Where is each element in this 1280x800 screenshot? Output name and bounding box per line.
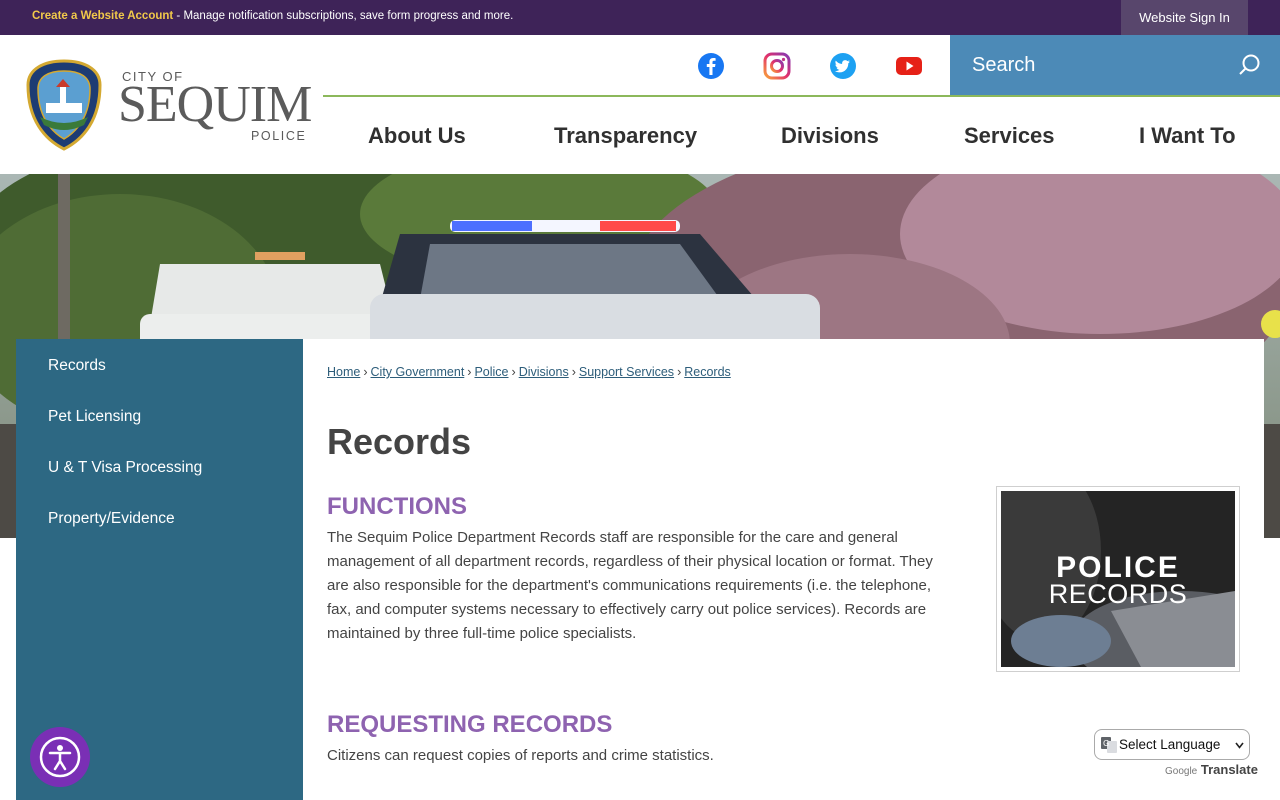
- breadcrumb-city-government[interactable]: City Government: [371, 365, 465, 379]
- accessibility-icon: [39, 736, 81, 778]
- nav-services[interactable]: Services: [964, 123, 1055, 149]
- sidebar-item-property-evidence[interactable]: Property/Evidence: [48, 510, 175, 528]
- breadcrumb-separator: ›: [571, 365, 576, 379]
- page-title: Records: [327, 421, 472, 462]
- top-notification-bar: Create a Website Account - Manage notifi…: [0, 0, 1280, 35]
- nav-i-want-to[interactable]: I Want To: [1139, 123, 1236, 149]
- breadcrumb-separator: ›: [467, 365, 472, 379]
- language-select-label: Select Language: [1119, 737, 1221, 752]
- create-account-link[interactable]: Create a Website Account: [32, 10, 173, 22]
- google-wordmark: Google: [1165, 766, 1198, 777]
- google-translate-icon: G: [1101, 737, 1117, 753]
- instagram-icon[interactable]: [763, 52, 791, 80]
- police-records-image[interactable]: POLICE RECORDS: [996, 486, 1240, 672]
- breadcrumb-records[interactable]: Records: [684, 365, 731, 379]
- sidebar-item-records[interactable]: Records: [48, 357, 106, 375]
- svg-text:G: G: [1103, 739, 1109, 748]
- breadcrumb-separator: ›: [511, 365, 516, 379]
- chevron-down-icon: [1235, 742, 1244, 749]
- notification-message: Create a Website Account - Manage notifi…: [32, 10, 513, 22]
- breadcrumb-home[interactable]: Home: [327, 365, 360, 379]
- search-icon[interactable]: [1237, 53, 1261, 77]
- breadcrumb-divisions[interactable]: Divisions: [519, 365, 569, 379]
- facebook-icon[interactable]: [697, 52, 725, 80]
- google-translate-credit[interactable]: Google Translate: [1165, 762, 1258, 777]
- sidebar-item-visa-processing[interactable]: U & T Visa Processing: [48, 459, 202, 477]
- nav-transparency[interactable]: Transparency: [554, 123, 697, 149]
- nav-divisions[interactable]: Divisions: [781, 123, 879, 149]
- search-box[interactable]: Search: [950, 35, 1280, 95]
- police-records-photo: POLICE RECORDS: [1001, 491, 1235, 667]
- breadcrumb-separator: ›: [677, 365, 682, 379]
- nav-divider: [323, 95, 1280, 97]
- language-select[interactable]: G Select Language: [1094, 729, 1250, 760]
- breadcrumb-support-services[interactable]: Support Services: [579, 365, 674, 379]
- breadcrumb-police[interactable]: Police: [474, 365, 508, 379]
- logo-city-name: SEQUIM: [118, 76, 312, 133]
- site-header: CITY OF SEQUIM POLICE Search About Us Tr…: [0, 35, 1280, 174]
- translate-wordmark: Translate: [1200, 762, 1258, 777]
- functions-heading: FUNCTIONS: [327, 493, 467, 520]
- city-logo-wordmark[interactable]: CITY OF SEQUIM POLICE: [118, 69, 312, 145]
- website-sign-in-button[interactable]: Website Sign In: [1121, 0, 1248, 35]
- sidebar-item-pet-licensing[interactable]: Pet Licensing: [48, 408, 141, 426]
- twitter-icon[interactable]: [829, 52, 857, 80]
- breadcrumb-separator: ›: [363, 365, 368, 379]
- youtube-icon[interactable]: [895, 52, 923, 80]
- accessibility-button[interactable]: [30, 727, 90, 787]
- police-badge-logo[interactable]: [26, 59, 102, 151]
- notification-text: - Manage notification subscriptions, sav…: [173, 10, 514, 22]
- breadcrumb: Home › City Government › Police › Divisions › Su…: [327, 365, 731, 379]
- image-caption-records: RECORDS: [1048, 579, 1188, 609]
- search-input[interactable]: Search: [972, 54, 1035, 77]
- logo-police: POLICE: [251, 129, 307, 143]
- nav-about-us[interactable]: About Us: [368, 123, 466, 149]
- functions-paragraph: The Sequim Police Department Records sta…: [327, 529, 933, 642]
- requesting-records-heading: REQUESTING RECORDS: [327, 711, 613, 738]
- requesting-records-paragraph: Citizens can request copies of reports a…: [327, 747, 714, 764]
